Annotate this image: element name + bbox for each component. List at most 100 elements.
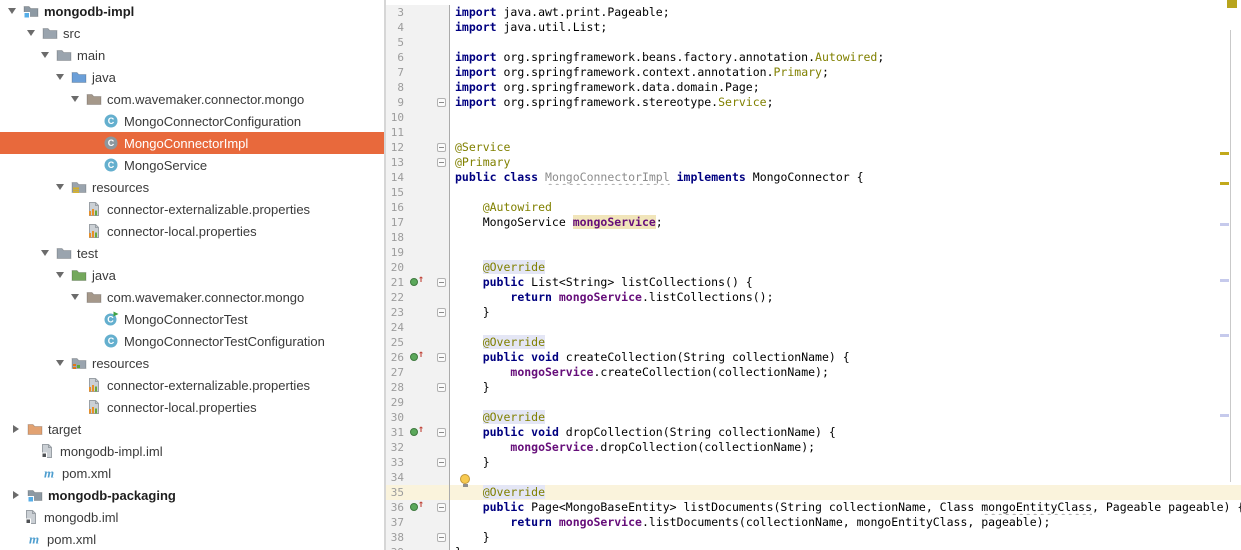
gutter[interactable]: 7	[386, 65, 450, 80]
code-line-9[interactable]: 9import org.springframework.stereotype.S…	[386, 95, 1241, 110]
code-line-14[interactable]: 14public class MongoConnectorImpl implem…	[386, 170, 1241, 185]
tree-item-target[interactable]: target	[0, 418, 384, 440]
gutter[interactable]: 21↑	[386, 275, 450, 290]
code-line-18[interactable]: 18	[386, 230, 1241, 245]
fold-start-marker[interactable]	[437, 278, 446, 287]
chevron-expanded-icon[interactable]	[53, 264, 67, 286]
gutter[interactable]: 27	[386, 365, 450, 380]
tree-item-connector-externalizable-properties[interactable]: connector-externalizable.properties	[0, 374, 384, 396]
code-line-29[interactable]: 29	[386, 395, 1241, 410]
fold-end-marker[interactable]	[437, 458, 446, 467]
gutter[interactable]: 31↑	[386, 425, 450, 440]
implements-method-gutter-icon[interactable]: ↑	[410, 502, 426, 513]
code-line-4[interactable]: 4import java.util.List;	[386, 20, 1241, 35]
gutter[interactable]: 33	[386, 455, 450, 470]
gutter[interactable]: 25	[386, 335, 450, 350]
chevron-expanded-icon[interactable]	[5, 0, 19, 22]
code-line-38[interactable]: 38 }	[386, 530, 1241, 545]
gutter[interactable]: 39	[386, 545, 450, 550]
fold-start-marker[interactable]	[437, 428, 446, 437]
tree-item-mongoservice[interactable]: CMongoService	[0, 154, 384, 176]
code-line-37[interactable]: 37 return mongoService.listDocuments(col…	[386, 515, 1241, 530]
gutter[interactable]: 24	[386, 320, 450, 335]
code-line-24[interactable]: 24	[386, 320, 1241, 335]
error-stripe-info-tick[interactable]	[1220, 279, 1229, 282]
code-line-11[interactable]: 11	[386, 125, 1241, 140]
code-line-7[interactable]: 7import org.springframework.context.anno…	[386, 65, 1241, 80]
code-line-28[interactable]: 28 }	[386, 380, 1241, 395]
editor-scrollbar[interactable]	[1230, 30, 1231, 482]
code-line-27[interactable]: 27 mongoService.createCollection(collect…	[386, 365, 1241, 380]
fold-end-marker[interactable]	[437, 308, 446, 317]
gutter[interactable]: 16	[386, 200, 450, 215]
code-editor[interactable]: 3import java.awt.print.Pageable;4import …	[386, 0, 1241, 550]
gutter[interactable]: 22	[386, 290, 450, 305]
fold-start-marker[interactable]	[437, 158, 446, 167]
gutter[interactable]: 4	[386, 20, 450, 35]
gutter[interactable]: 32	[386, 440, 450, 455]
chevron-expanded-icon[interactable]	[68, 286, 82, 308]
tree-item-com-wavemaker-connector-mongo[interactable]: com.wavemaker.connector.mongo	[0, 88, 384, 110]
gutter[interactable]: 6	[386, 50, 450, 65]
fold-start-marker[interactable]	[437, 353, 446, 362]
code-line-35[interactable]: 35 @Override	[386, 485, 1241, 500]
fold-end-marker[interactable]	[437, 383, 446, 392]
gutter[interactable]: 35	[386, 485, 450, 500]
gutter[interactable]: 34	[386, 470, 450, 485]
error-stripe-info-tick[interactable]	[1220, 334, 1229, 337]
gutter[interactable]: 30	[386, 410, 450, 425]
chevron-expanded-icon[interactable]	[38, 242, 52, 264]
chevron-expanded-icon[interactable]	[38, 44, 52, 66]
gutter[interactable]: 5	[386, 35, 450, 50]
gutter[interactable]: 12	[386, 140, 450, 155]
code-line-31[interactable]: 31↑ public void dropCollection(String co…	[386, 425, 1241, 440]
gutter[interactable]: 19	[386, 245, 450, 260]
tree-item-pom-xml[interactable]: mpom.xml	[0, 462, 384, 484]
tree-item-java[interactable]: java	[0, 264, 384, 286]
code-line-23[interactable]: 23 }	[386, 305, 1241, 320]
gutter[interactable]: 17	[386, 215, 450, 230]
chevron-expanded-icon[interactable]	[24, 22, 38, 44]
code-line-26[interactable]: 26↑ public void createCollection(String …	[386, 350, 1241, 365]
gutter[interactable]: 15	[386, 185, 450, 200]
gutter[interactable]: 8	[386, 80, 450, 95]
implements-method-gutter-icon[interactable]: ↑	[410, 277, 426, 288]
code-line-20[interactable]: 20 @Override	[386, 260, 1241, 275]
tree-item-mongoconnectorconfiguration[interactable]: CMongoConnectorConfiguration	[0, 110, 384, 132]
code-line-21[interactable]: 21↑ public List<String> listCollections(…	[386, 275, 1241, 290]
gutter[interactable]: 38	[386, 530, 450, 545]
fold-start-marker[interactable]	[437, 503, 446, 512]
code-line-30[interactable]: 30 @Override	[386, 410, 1241, 425]
gutter[interactable]: 14	[386, 170, 450, 185]
code-line-8[interactable]: 8import org.springframework.data.domain.…	[386, 80, 1241, 95]
chevron-expanded-icon[interactable]	[53, 352, 67, 374]
tree-item-main[interactable]: main	[0, 44, 384, 66]
gutter[interactable]: 23	[386, 305, 450, 320]
tree-item-mongodb-impl[interactable]: mongodb-impl	[0, 0, 384, 22]
gutter[interactable]: 20	[386, 260, 450, 275]
chevron-expanded-icon[interactable]	[68, 88, 82, 110]
gutter[interactable]: 11	[386, 125, 450, 140]
error-stripe-warning-tick[interactable]	[1220, 182, 1229, 185]
code-line-36[interactable]: 36↑ public Page<MongoBaseEntity> listDoc…	[386, 500, 1241, 515]
tree-item-resources[interactable]: resources	[0, 176, 384, 198]
code-line-17[interactable]: 17 MongoService mongoService;	[386, 215, 1241, 230]
code-line-3[interactable]: 3import java.awt.print.Pageable;	[386, 5, 1241, 20]
tree-item-mongodb-iml[interactable]: mongodb.iml	[0, 506, 384, 528]
code-line-22[interactable]: 22 return mongoService.listCollections()…	[386, 290, 1241, 305]
gutter[interactable]: 28	[386, 380, 450, 395]
error-stripe-warning-tick[interactable]	[1220, 152, 1229, 155]
code-line-25[interactable]: 25 @Override	[386, 335, 1241, 350]
gutter[interactable]: 9	[386, 95, 450, 110]
error-stripe-status-icon[interactable]	[1227, 0, 1237, 8]
gutter[interactable]: 36↑	[386, 500, 450, 515]
gutter[interactable]: 3	[386, 5, 450, 20]
code-line-13[interactable]: 13@Primary	[386, 155, 1241, 170]
gutter[interactable]: 29	[386, 395, 450, 410]
tree-item-connector-externalizable-properties[interactable]: connector-externalizable.properties	[0, 198, 384, 220]
chevron-expanded-icon[interactable]	[53, 176, 67, 198]
tree-item-resources[interactable]: resources	[0, 352, 384, 374]
tree-item-connector-local-properties[interactable]: connector-local.properties	[0, 220, 384, 242]
tree-item-mongoconnectortestconfiguration[interactable]: CMongoConnectorTestConfiguration	[0, 330, 384, 352]
chevron-expanded-icon[interactable]	[53, 66, 67, 88]
